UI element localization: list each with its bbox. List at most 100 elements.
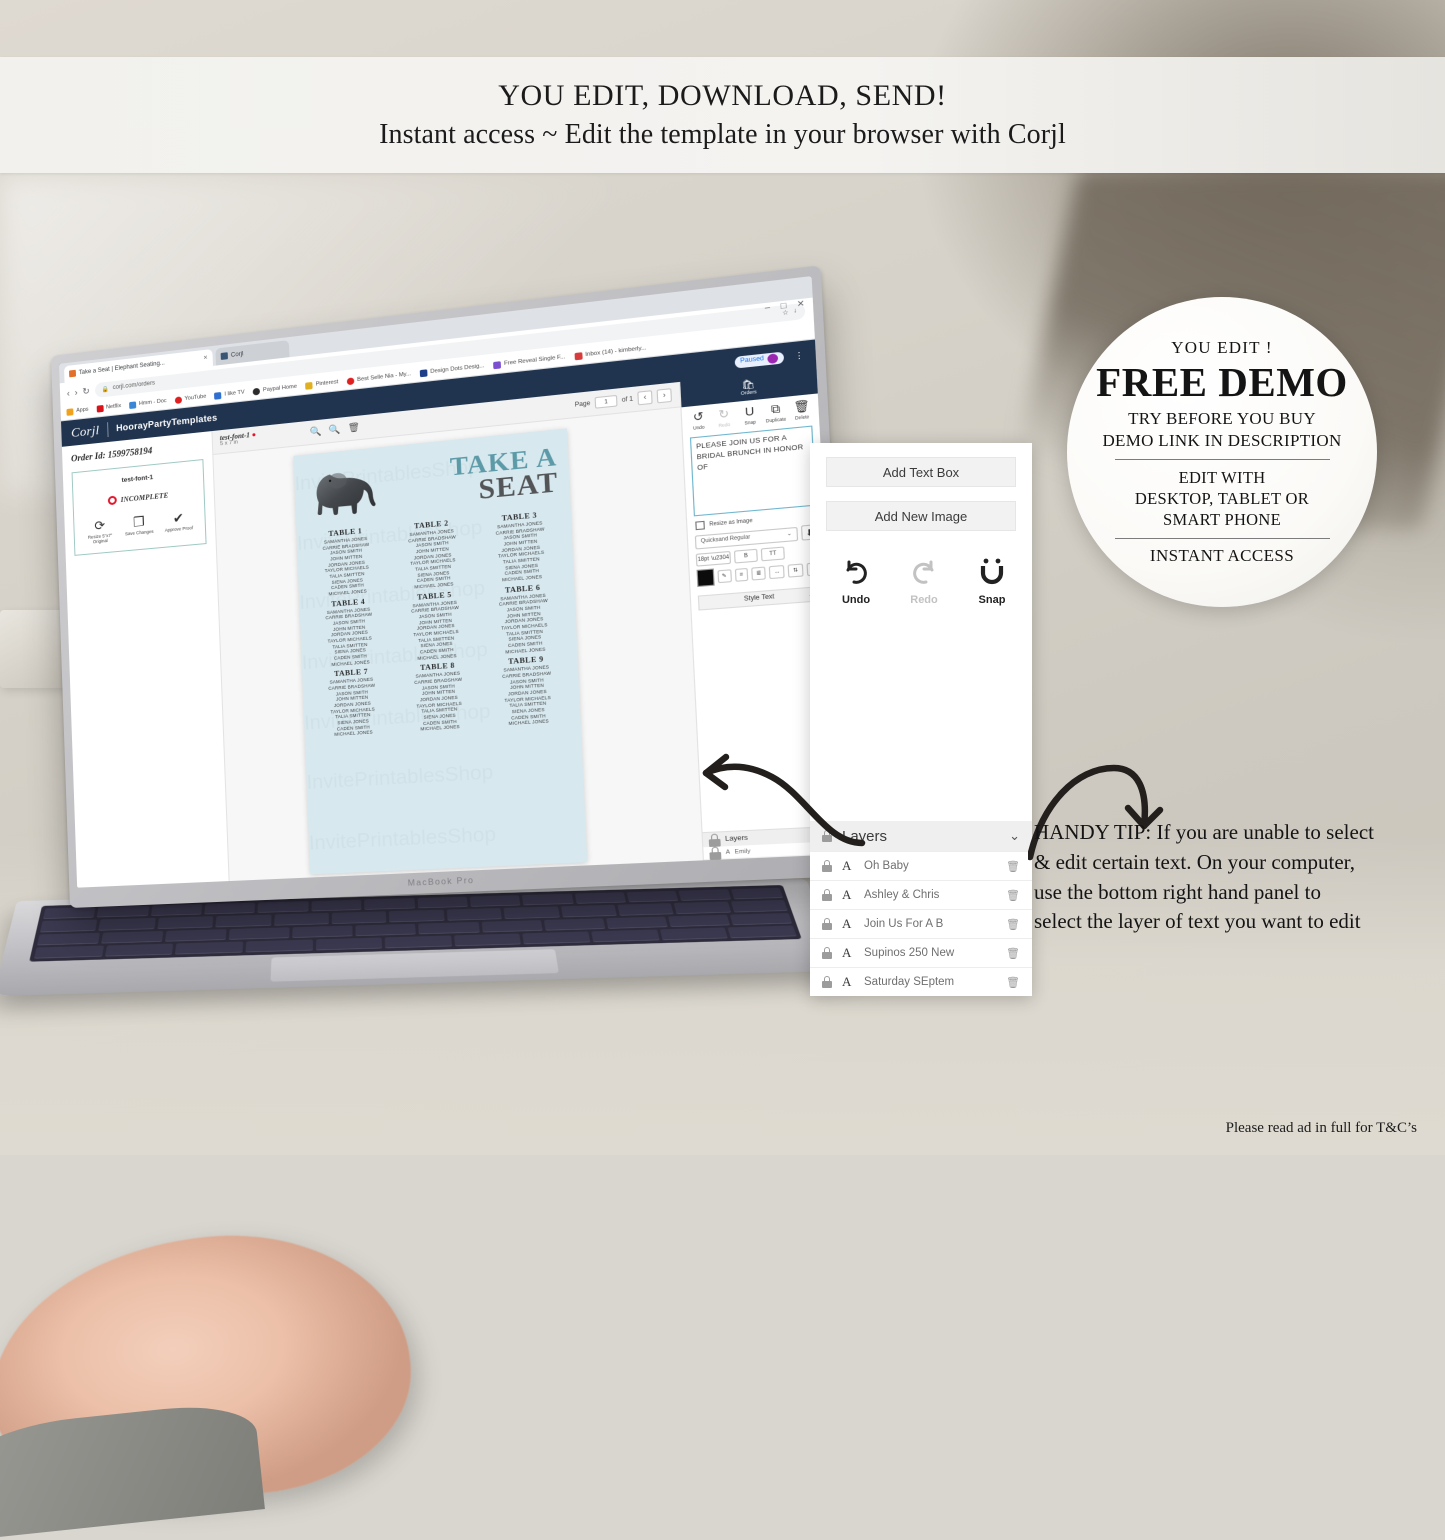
duplicate-button[interactable]: ⧉ Duplicate: [762, 403, 789, 424]
undo-button[interactable]: Undo: [832, 557, 880, 606]
table-block[interactable]: TABLE 2 SAMANTHA JONES CARRIE BRADSHAW JA…: [389, 517, 477, 592]
incomplete-icon: [107, 495, 117, 506]
text-content-input[interactable]: PLEASE JOIN US FOR A BRIDAL BRUNCH IN HO…: [689, 425, 817, 517]
trash-icon[interactable]: 🗑: [1006, 918, 1020, 931]
layer-label: Supinos 250 New: [864, 947, 955, 959]
bold-button[interactable]: B: [733, 548, 758, 564]
save-action[interactable]: ❐ Save Changes: [119, 513, 159, 542]
add-text-box-button[interactable]: Add Text Box: [826, 457, 1016, 487]
lock-icon[interactable]: [822, 918, 832, 930]
tab-favicon: [68, 369, 77, 378]
undo-icon: [841, 557, 871, 591]
bookmark-item[interactable]: YouTube: [174, 393, 206, 404]
redo-icon: [909, 557, 939, 591]
letter-spacing-button[interactable]: ↔: [769, 564, 786, 580]
bookmark-item[interactable]: Pinterest: [305, 379, 338, 390]
zoom-out-icon[interactable]: 🔍: [328, 424, 340, 436]
text-color-swatch[interactable]: [696, 568, 715, 588]
resize-action[interactable]: ⟳ Resize 5"x7" Original: [80, 517, 119, 545]
minimize-icon[interactable]: –: [765, 302, 771, 312]
lock-icon[interactable]: [822, 860, 832, 872]
badge-free-demo: FREE DEMO: [1096, 359, 1348, 406]
line-height-button[interactable]: ≣: [751, 566, 767, 581]
redo-label: Redo: [910, 594, 938, 606]
table-block[interactable]: TABLE 1 SAMANTHA JONES CARRIE BRADSHAW JA…: [304, 525, 390, 599]
trash-icon[interactable]: 🗑: [1006, 889, 1020, 902]
table-block[interactable]: TABLE 5 SAMANTHA JONES CARRIE BRADSHAW JA…: [392, 588, 480, 663]
font-family-value: Quicksand Regular: [700, 534, 751, 545]
text-case-button[interactable]: TT: [760, 546, 785, 562]
bookmark-item[interactable]: Paypal Home: [252, 383, 297, 396]
prev-page-button[interactable]: ‹: [637, 390, 653, 406]
redo-button[interactable]: ↻ Redo: [711, 408, 738, 429]
browser-menu-icon[interactable]: ⋮: [794, 350, 804, 361]
back-icon[interactable]: ‹: [67, 388, 70, 398]
eyedropper-button[interactable]: ✎: [716, 569, 732, 584]
bookmark-item[interactable]: Design Dots Desig...: [419, 362, 485, 377]
lock-icon[interactable]: [822, 976, 832, 988]
close-icon[interactable]: ×: [203, 355, 207, 362]
bookmark-item[interactable]: Best Selle Nia - My...: [346, 371, 412, 385]
order-card[interactable]: test-font-1 INCOMPLETE ⟳ Resize 5"x7" Or…: [71, 459, 207, 557]
maximize-icon[interactable]: □: [780, 301, 786, 311]
table-block[interactable]: TABLE 4 SAMANTHA JONES CARRIE BRADSHAW JA…: [307, 595, 393, 669]
tables-grid: TABLE 1 SAMANTHA JONES CARRIE BRADSHAW JA…: [296, 504, 580, 744]
duplicate-icon: ⧉: [770, 402, 781, 417]
bookmark-item[interactable]: Apps: [66, 406, 89, 416]
lock-icon[interactable]: [822, 889, 832, 901]
layer-row[interactable]: A Join Us For A B 🗑: [810, 909, 1032, 938]
table-block[interactable]: TABLE 7 SAMANTHA JONES CARRIE BRADSHAW JA…: [309, 666, 395, 739]
undo-button[interactable]: ↺ Undo: [685, 410, 711, 432]
lock-icon[interactable]: [822, 947, 832, 959]
trash-icon[interactable]: 🗑: [1006, 947, 1020, 960]
layer-row[interactable]: A Saturday SEptem 🗑: [810, 967, 1032, 996]
font-size-select[interactable]: 18pt \u2304: [695, 550, 732, 567]
bookmark-item[interactable]: Hmm - Doc: [128, 398, 167, 409]
bookmark-item[interactable]: Free Reveal Single F...: [492, 354, 565, 369]
save-label: Save Changes: [124, 528, 154, 537]
align-left-button[interactable]: ≡: [734, 567, 749, 582]
zoom-in-icon[interactable]: 🔍: [310, 426, 322, 438]
table-block[interactable]: TABLE 3 SAMANTHA JONES CARRIE BRADSHAW JA…: [476, 509, 566, 585]
vertical-align-button[interactable]: ⇅: [788, 563, 804, 578]
divider: [107, 421, 109, 437]
float-tool-group: Undo Redo Snap: [810, 531, 1032, 606]
page-input[interactable]: 1: [594, 394, 618, 409]
trash-icon[interactable]: 🗑: [1006, 860, 1020, 873]
corjl-logo[interactable]: Corjl: [71, 422, 100, 441]
table-block[interactable]: TABLE 8 SAMANTHA JONES CARRIE BRADSHAW JA…: [395, 660, 483, 734]
layer-row[interactable]: A Oh Baby 🗑: [810, 851, 1032, 880]
bookmark-item[interactable]: I like TV: [214, 389, 245, 400]
layer-row[interactable]: A Ashley & Chris 🗑: [810, 880, 1032, 909]
table-block[interactable]: TABLE 9 SAMANTHA JONES CARRIE BRADSHAW JA…: [482, 654, 572, 729]
delete-icon[interactable]: 🗑: [348, 422, 360, 434]
resize-checkbox[interactable]: [695, 520, 705, 531]
redo-button[interactable]: Redo: [900, 557, 948, 606]
address-bar-url: corjl.com/orders: [112, 380, 156, 392]
layer-row[interactable]: A Supinos 250 New 🗑: [810, 938, 1032, 967]
seating-chart-canvas[interactable]: InvitePrintablesShop InvitePrintablesSho…: [293, 428, 588, 875]
profile-pill[interactable]: Paused: [734, 351, 785, 369]
close-window-icon[interactable]: ✕: [797, 299, 805, 310]
add-new-image-button[interactable]: Add New Image: [826, 501, 1016, 531]
bookmark-label: I like TV: [224, 389, 245, 398]
next-page-button[interactable]: ›: [656, 388, 673, 404]
forward-icon[interactable]: ›: [74, 387, 77, 397]
table-block[interactable]: TABLE 6 SAMANTHA JONES CARRIE BRADSHAW JA…: [479, 581, 569, 657]
bookmark-item[interactable]: Netflix: [96, 403, 121, 413]
bookmark-item[interactable]: Inbox (14) - kimberly...: [573, 345, 647, 360]
snap-button[interactable]: U Snap: [736, 405, 763, 427]
reload-icon[interactable]: ↻: [82, 385, 90, 397]
badge-try-line2: DEMO LINK IN DESCRIPTION: [1102, 430, 1342, 450]
approve-label: Approve Proof: [164, 525, 194, 533]
badge-instant-access: INSTANT ACCESS: [1149, 545, 1295, 565]
modified-dot-icon: ●: [249, 430, 257, 440]
snap-button[interactable]: Snap: [968, 557, 1016, 606]
delete-button[interactable]: 🗑 Delete: [788, 400, 815, 421]
layer-label: Ashley & Chris: [864, 889, 940, 901]
card-title: TAKE A SEAT: [399, 443, 559, 510]
chevron-down-icon[interactable]: ⌄: [1009, 828, 1020, 844]
trash-icon[interactable]: 🗑: [1006, 976, 1020, 989]
table-guests: SAMANTHA JONES CARRIE BRADSHAW JASON SMI…: [328, 676, 376, 738]
approve-action[interactable]: ✔ Approve Proof: [159, 510, 199, 539]
